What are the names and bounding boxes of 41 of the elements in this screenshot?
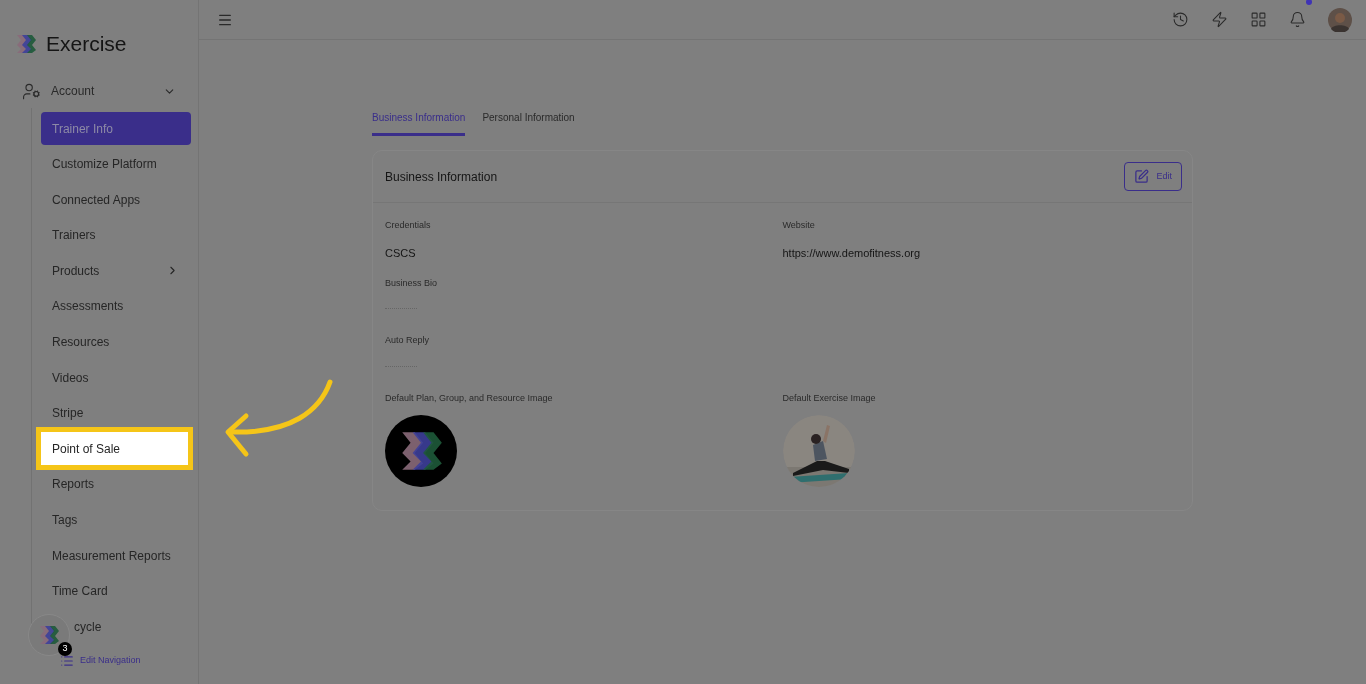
field-value: https://www.demofitness.org [782,245,922,261]
field-label: Default Exercise Image [782,391,877,405]
brand-name: Exercise [46,31,127,58]
sidebar-item[interactable]: Assessments [41,289,191,323]
card-title: Business Information [385,168,498,186]
list-icon [60,654,74,668]
tab[interactable]: Personal Information [482,110,575,136]
sidebar-item[interactable]: Tags [41,503,191,537]
sidebar-item[interactable]: Reports [41,467,191,501]
sidebar-item[interactable]: Connected Apps [41,183,191,217]
sidebar-item[interactable]: Trainer Info [41,112,191,145]
sidebar-item[interactable]: Trainers [41,218,191,252]
sidebar-item[interactable]: cycle [74,610,191,644]
notifications-icon[interactable] [1289,11,1306,28]
edit-navigation-link[interactable]: Edit Navigation [60,654,141,668]
field-label: Default Plan, Group, and Resource Image [385,391,554,405]
tab[interactable]: Business Information [372,110,466,136]
logo-icon [37,623,61,647]
account-menu[interactable]: Account [22,80,176,102]
sidebar-item[interactable]: Customize Platform [41,147,191,181]
avatar[interactable] [1328,7,1352,32]
sidebar-item[interactable]: Videos [41,361,191,395]
field-label: Website [782,219,816,232]
sidebar-item[interactable]: Products [41,254,191,288]
field-value: CSCS [385,245,417,261]
apps-grid-icon[interactable] [1250,11,1267,28]
field-label: Business Bio [385,276,439,290]
edit-icon [1134,169,1150,184]
sidebar-item[interactable]: Measurement Reports [41,539,191,573]
logo-icon [14,32,38,56]
history-icon[interactable] [1172,11,1189,28]
sidebar-item[interactable]: Time Card [41,574,191,608]
sidebar-item[interactable]: Stripe [41,396,191,430]
field-label: Credentials [385,219,432,232]
user-settings-icon [22,81,41,101]
sidebar-item[interactable]: Resources [41,325,191,359]
edit-button[interactable]: Edit [1124,162,1182,191]
lightning-icon[interactable] [1211,11,1228,28]
field-label: Auto Reply [385,334,431,347]
helper-button[interactable]: 3 [28,614,70,656]
count-badge: 3 [58,642,72,656]
